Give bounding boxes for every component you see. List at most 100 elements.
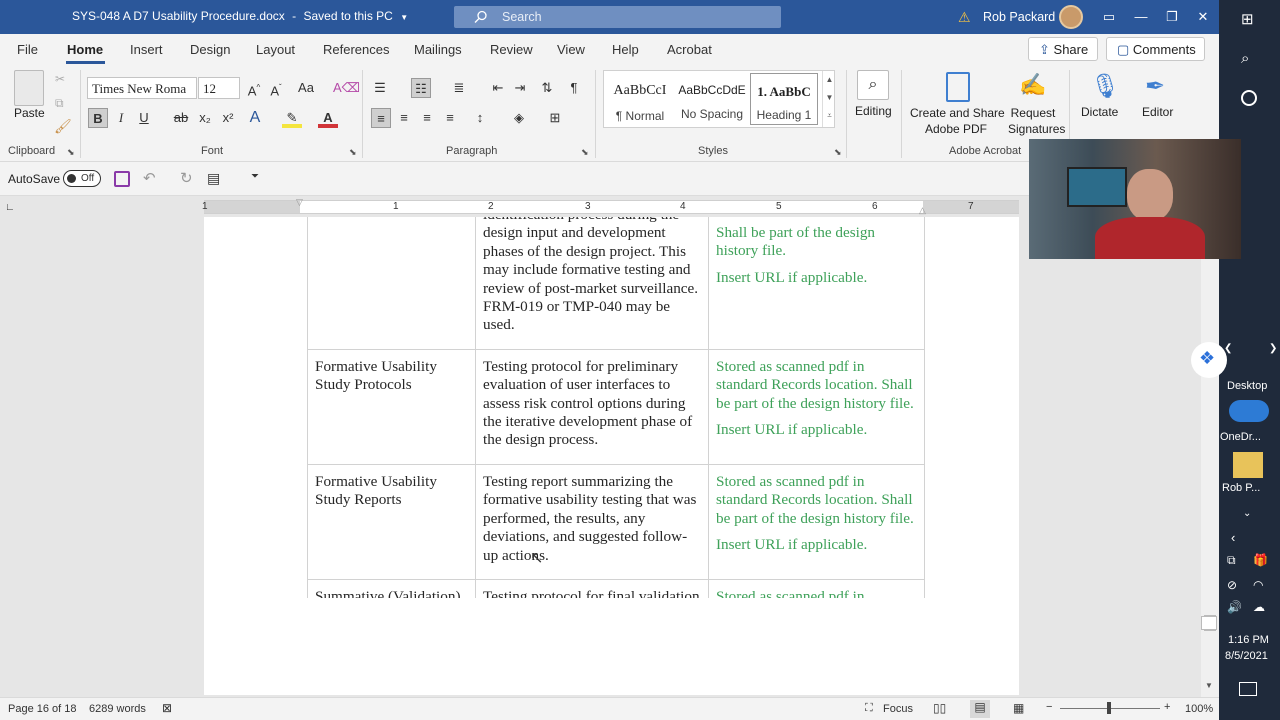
tray-icon[interactable]: ⧉ xyxy=(1227,553,1236,568)
proofing-icon[interactable]: ⊠ xyxy=(162,701,172,715)
tab-view[interactable]: View xyxy=(557,42,585,57)
decrease-indent-icon[interactable]: ⇤ xyxy=(488,78,508,98)
scroll-handle[interactable] xyxy=(1201,616,1217,630)
dialog-launcher-icon[interactable]: ⬊ xyxy=(581,147,589,158)
change-case-icon[interactable]: Aa xyxy=(296,78,316,98)
increase-indent-icon[interactable]: ⇥ xyxy=(510,78,530,98)
cut-icon[interactable]: ✂ xyxy=(55,72,65,86)
dropbox-badge[interactable]: ❖ xyxy=(1191,342,1227,378)
search-box[interactable]: Search xyxy=(454,6,781,28)
zoom-level[interactable]: 100% xyxy=(1185,703,1213,715)
search-icon[interactable]: ⌕ xyxy=(1241,50,1249,67)
clock-date[interactable]: 8/5/2021 xyxy=(1225,650,1268,662)
read-mode-icon[interactable]: ▯▯ xyxy=(933,701,946,715)
print-layout-icon[interactable]: ▤ xyxy=(970,700,990,718)
text-effects-icon[interactable]: A xyxy=(245,108,265,128)
strikethrough-button[interactable]: ab xyxy=(171,108,191,128)
table-cell[interactable] xyxy=(307,217,476,350)
tab-layout[interactable]: Layout xyxy=(256,42,295,57)
align-right-icon[interactable]: ≡ xyxy=(417,108,437,128)
cloud-icon[interactable]: ☁ xyxy=(1253,600,1265,614)
justify-icon[interactable]: ≡ xyxy=(440,108,460,128)
subscript-button[interactable]: x₂ xyxy=(195,108,215,128)
styles-scroll[interactable]: ▲ ▼ ⩡ xyxy=(822,71,836,127)
table-cell[interactable]: Shall be part of the design history file… xyxy=(708,217,925,350)
grow-font-icon[interactable]: A^ xyxy=(244,78,264,98)
superscript-button[interactable]: x² xyxy=(218,108,238,128)
table-cell[interactable]: Stored as scanned pdf in standard Record… xyxy=(708,348,925,465)
scroll-down-icon[interactable]: ▼ xyxy=(1205,681,1213,690)
sort-icon[interactable]: ⇅ xyxy=(537,78,557,98)
tab-insert[interactable]: Insert xyxy=(130,42,163,57)
web-layout-icon[interactable]: ▦ xyxy=(1013,701,1024,715)
clock-time[interactable]: 1:16 PM xyxy=(1228,634,1269,646)
right-indent-icon[interactable]: △ xyxy=(919,205,926,216)
tab-references[interactable]: References xyxy=(323,42,389,57)
numbering-icon[interactable]: ☷ xyxy=(411,78,431,98)
undo-icon[interactable]: ↶ xyxy=(143,169,156,187)
avatar[interactable] xyxy=(1059,5,1083,29)
style-normal[interactable]: AaBbCcI ¶ Normal xyxy=(604,71,676,127)
print-preview-icon[interactable]: ▤ xyxy=(207,170,220,187)
network-off-icon[interactable]: ⊘ xyxy=(1227,578,1237,592)
wifi-icon[interactable]: ◠ xyxy=(1253,578,1263,592)
tab-home[interactable]: Home xyxy=(67,42,103,57)
ribbon-display-icon[interactable]: ▭ xyxy=(1101,9,1117,25)
tab-mailings[interactable]: Mailings xyxy=(414,42,462,57)
table-cell[interactable]: Formative Usability Study Reports xyxy=(307,463,476,580)
document-title[interactable]: SYS-048 A D7 Usability Procedure.docx - … xyxy=(72,9,408,23)
redo-icon[interactable]: ↻ xyxy=(180,169,193,187)
zoom-out-icon[interactable]: − xyxy=(1046,701,1052,713)
bold-button[interactable]: B xyxy=(88,108,108,128)
tab-review[interactable]: Review xyxy=(490,42,533,57)
font-name-field[interactable]: Times New Roma xyxy=(87,77,197,99)
find-icon[interactable]: ⌕ xyxy=(857,70,889,100)
volume-icon[interactable]: 🔊 xyxy=(1227,600,1242,614)
highlight-icon[interactable]: ✎ xyxy=(282,108,302,128)
dictate-button[interactable]: Dictate xyxy=(1081,105,1118,119)
create-share-pdf-button[interactable]: Create and Share Adobe PDF xyxy=(910,105,1005,137)
comments-button[interactable]: ▢ Comments xyxy=(1106,37,1205,61)
clear-formatting-icon[interactable]: A⌫ xyxy=(333,78,360,98)
request-signatures-button[interactable]: Request Signatures xyxy=(1008,105,1065,137)
windows-icon[interactable]: ⊞ xyxy=(1241,10,1254,28)
font-color-icon[interactable]: A xyxy=(318,108,338,128)
close-icon[interactable]: ✕ xyxy=(1195,9,1211,25)
table-cell[interactable]: identification process during the design… xyxy=(475,217,709,350)
focus-icon[interactable]: ⛶ xyxy=(865,702,873,715)
page-count[interactable]: Page 16 of 18 xyxy=(8,703,77,715)
zoom-slider-thumb[interactable] xyxy=(1107,702,1111,714)
editing-button[interactable]: Editing xyxy=(855,104,892,118)
bullets-icon[interactable]: ☰ xyxy=(370,78,390,98)
borders-icon[interactable]: ⊞ xyxy=(545,108,565,128)
copy-icon[interactable]: ⧉ xyxy=(55,96,64,111)
tab-file[interactable]: File xyxy=(17,42,38,57)
onedrive-label[interactable]: OneDr... xyxy=(1220,431,1261,443)
autosave-toggle[interactable]: Off xyxy=(63,170,101,187)
dialog-launcher-icon[interactable]: ⬊ xyxy=(67,147,75,158)
word-count[interactable]: 6289 words xyxy=(89,703,146,715)
tab-help[interactable]: Help xyxy=(612,42,639,57)
customize-qat-icon[interactable]: ⏷ xyxy=(251,171,259,182)
line-spacing-icon[interactable]: ↕ xyxy=(470,108,490,128)
table-cell[interactable]: Testing report summarizing the formative… xyxy=(475,463,709,580)
underline-button[interactable]: U xyxy=(134,108,154,128)
rob-folder-label[interactable]: Rob P... xyxy=(1222,482,1260,494)
table-cell[interactable]: Formative Usability Study Protocols xyxy=(307,348,476,465)
table-cell[interactable]: Testing protocol for preliminary evaluat… xyxy=(475,348,709,465)
chevron-right-icon[interactable]: ❯ xyxy=(1269,343,1277,354)
show-formatting-icon[interactable]: ¶ xyxy=(564,78,584,98)
zoom-in-icon[interactable]: + xyxy=(1164,701,1170,713)
horizontal-ruler[interactable]: 1 1 2 3 4 5 6 7 ▽ △ xyxy=(202,197,1019,216)
focus-label[interactable]: Focus xyxy=(883,703,913,715)
tab-design[interactable]: Design xyxy=(190,42,230,57)
dialog-launcher-icon[interactable]: ⬊ xyxy=(349,147,357,158)
multilevel-list-icon[interactable]: ≣ xyxy=(449,78,469,98)
tab-selector-icon[interactable]: ∟ xyxy=(5,202,15,213)
gift-icon[interactable]: 🎁 xyxy=(1253,553,1268,567)
warning-icon[interactable]: ⚠ xyxy=(958,9,971,26)
style-no-spacing[interactable]: AaBbCcDdE No Spacing xyxy=(676,71,748,127)
table-cell[interactable]: Stored as scanned pdf in standard Record… xyxy=(708,463,925,580)
page-blank-area[interactable] xyxy=(204,598,1019,695)
tab-acrobat[interactable]: Acrobat xyxy=(667,42,712,57)
